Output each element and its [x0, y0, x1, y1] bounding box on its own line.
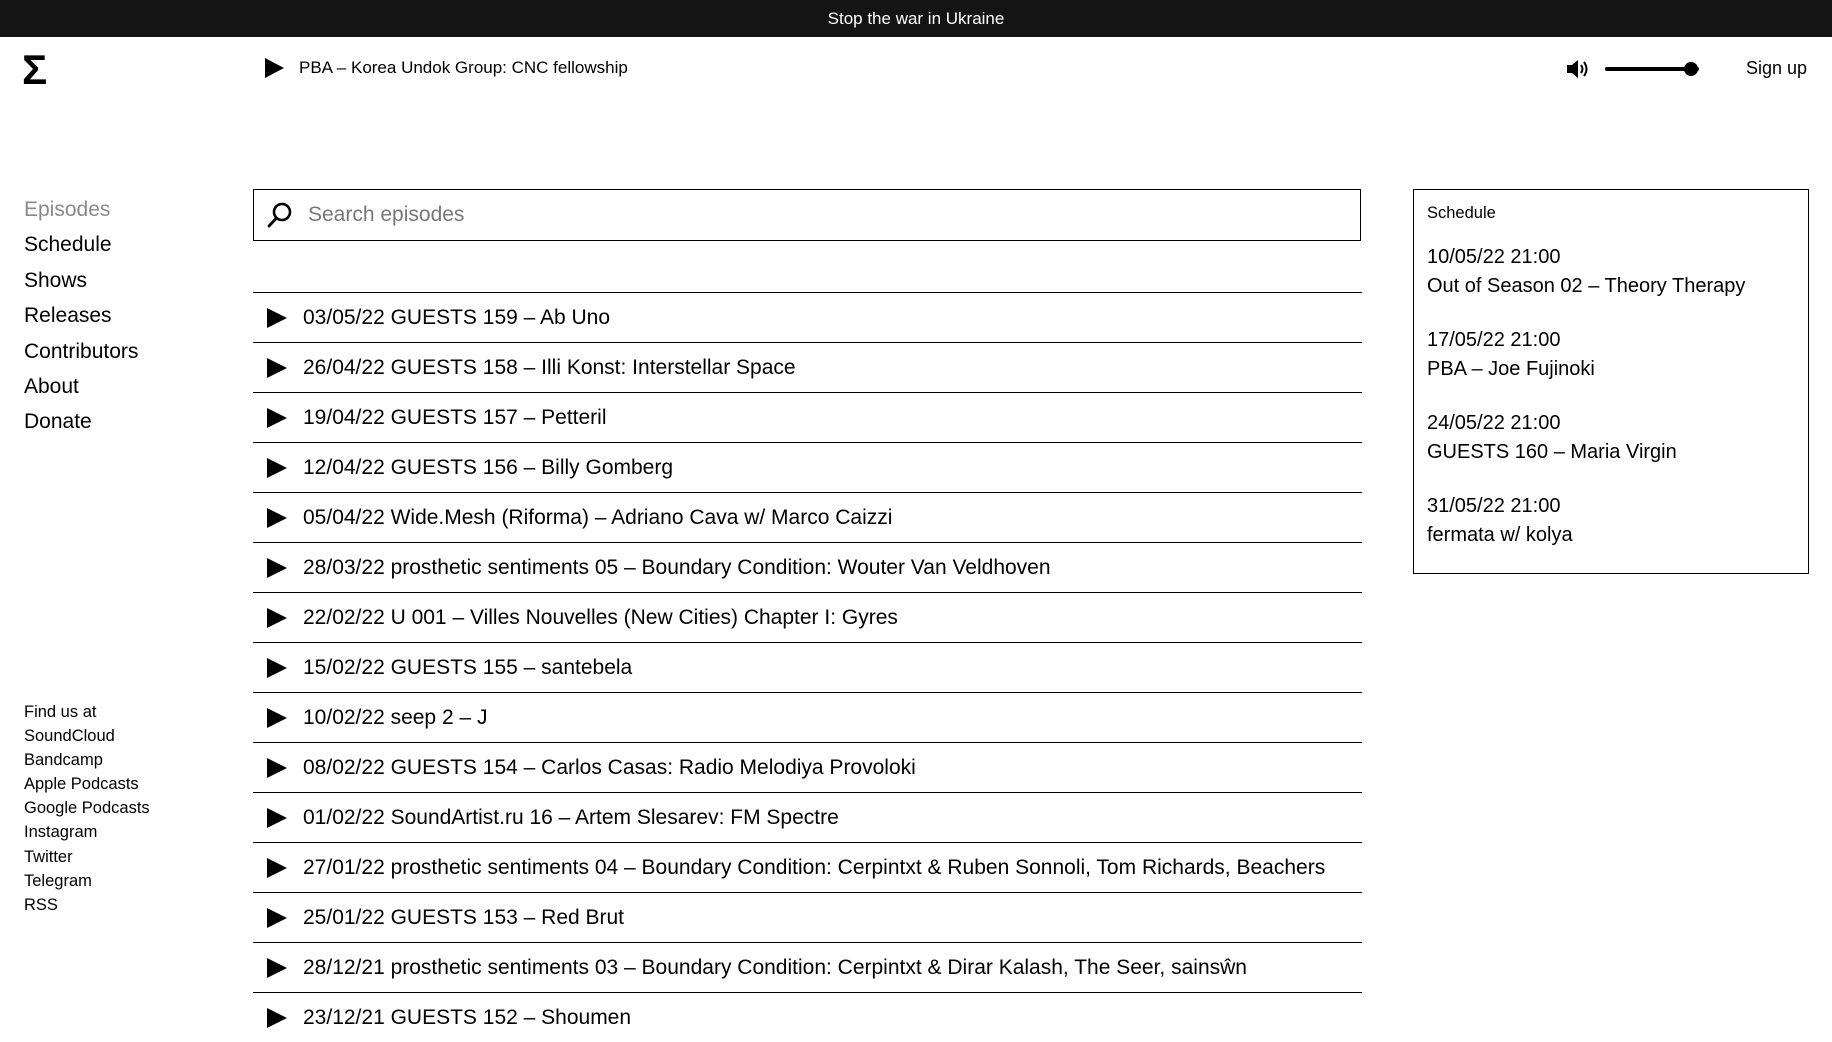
- link-apple-podcasts[interactable]: Apple Podcasts: [24, 772, 150, 796]
- play-icon[interactable]: [266, 607, 288, 629]
- play-icon[interactable]: [266, 857, 288, 879]
- schedule-datetime: 31/05/22 21:00: [1427, 495, 1561, 517]
- link-bandcamp[interactable]: Bandcamp: [24, 748, 150, 772]
- sign-up-link[interactable]: Sign up: [1746, 58, 1807, 79]
- nav-donate[interactable]: Donate: [24, 404, 138, 439]
- play-icon[interactable]: [266, 457, 288, 479]
- play-icon[interactable]: [266, 407, 288, 429]
- find-us-section: Find us at SoundCloud Bandcamp Apple Pod…: [24, 700, 150, 917]
- link-telegram[interactable]: Telegram: [24, 869, 150, 893]
- schedule-item: 31/05/22 21:00 fermata w/ kolya: [1427, 492, 1795, 550]
- episode-row[interactable]: 26/04/22 GUESTS 158 – Illi Konst: Inters…: [253, 342, 1362, 392]
- link-soundcloud[interactable]: SoundCloud: [24, 724, 150, 748]
- episode-row[interactable]: 22/02/22 U 001 – Villes Nouvelles (New C…: [253, 592, 1362, 642]
- schedule-show-title: GUESTS 160 – Maria Virgin: [1427, 441, 1677, 463]
- schedule-show-title: Out of Season 02 – Theory Therapy: [1427, 275, 1746, 297]
- play-icon[interactable]: [266, 707, 288, 729]
- episode-row[interactable]: 12/04/22 GUESTS 156 – Billy Gomberg: [253, 442, 1362, 492]
- schedule-datetime: 17/05/22 21:00: [1427, 329, 1561, 351]
- episode-row[interactable]: 19/04/22 GUESTS 157 – Petteril: [253, 392, 1362, 442]
- nav-about[interactable]: About: [24, 369, 138, 404]
- episode-title[interactable]: 27/01/22 prosthetic sentiments 04 – Boun…: [303, 856, 1325, 880]
- episode-title[interactable]: 12/04/22 GUESTS 156 – Billy Gomberg: [303, 456, 673, 480]
- episode-title[interactable]: 23/12/21 GUESTS 152 – Shoumen: [303, 1006, 631, 1030]
- ukraine-banner[interactable]: Stop the war in Ukraine: [0, 0, 1832, 37]
- episode-title[interactable]: 15/02/22 GUESTS 155 – santebela: [303, 656, 632, 680]
- episode-row[interactable]: 27/01/22 prosthetic sentiments 04 – Boun…: [253, 842, 1362, 892]
- now-playing-title: PBA – Korea Undok Group: CNC fellowship: [299, 58, 628, 77]
- episode-title[interactable]: 05/04/22 Wide.Mesh (Riforma) – Adriano C…: [303, 506, 892, 530]
- play-icon[interactable]: [266, 1007, 288, 1029]
- schedule-title: Schedule: [1427, 204, 1496, 222]
- schedule-item: 10/05/22 21:00 Out of Season 02 – Theory…: [1427, 243, 1795, 301]
- volume-slider-handle[interactable]: [1684, 62, 1699, 76]
- sigma-logo[interactable]: Σ: [22, 48, 47, 92]
- speaker-icon[interactable]: [1565, 57, 1589, 81]
- episode-list: 03/05/22 GUESTS 159 – Ab Uno 26/04/22 GU…: [253, 292, 1362, 1042]
- play-icon[interactable]: [266, 907, 288, 929]
- find-us-title: Find us at: [24, 703, 97, 721]
- schedule-datetime: 24/05/22 21:00: [1427, 412, 1561, 434]
- volume-control[interactable]: [1565, 56, 1703, 82]
- play-icon[interactable]: [266, 957, 288, 979]
- schedule-panel: Schedule 10/05/22 21:00 Out of Season 02…: [1413, 189, 1809, 574]
- episode-row[interactable]: 10/02/22 seep 2 – J: [253, 692, 1362, 742]
- search-input[interactable]: [306, 202, 1360, 228]
- schedule-item: 24/05/22 21:00 GUESTS 160 – Maria Virgin: [1427, 409, 1795, 467]
- episode-row[interactable]: 28/12/21 prosthetic sentiments 03 – Boun…: [253, 942, 1362, 992]
- episode-row[interactable]: 03/05/22 GUESTS 159 – Ab Uno: [253, 292, 1362, 342]
- play-icon[interactable]: [266, 507, 288, 529]
- play-icon[interactable]: [266, 657, 288, 679]
- main-nav: Episodes Schedule Shows Releases Contrib…: [24, 192, 138, 440]
- nav-schedule[interactable]: Schedule: [24, 227, 138, 262]
- schedule-show-title: fermata w/ kolya: [1427, 524, 1573, 546]
- schedule-show-title: PBA – Joe Fujinoki: [1427, 358, 1595, 380]
- episode-title[interactable]: 10/02/22 seep 2 – J: [303, 706, 487, 730]
- search-icon: [267, 202, 292, 228]
- episode-row[interactable]: 28/03/22 prosthetic sentiments 05 – Boun…: [253, 542, 1362, 592]
- episode-title[interactable]: 01/02/22 SoundArtist.ru 16 – Artem Slesa…: [303, 806, 839, 830]
- episode-row[interactable]: 08/02/22 GUESTS 154 – Carlos Casas: Radi…: [253, 742, 1362, 792]
- search-box[interactable]: [253, 189, 1361, 241]
- episode-row[interactable]: 05/04/22 Wide.Mesh (Riforma) – Adriano C…: [253, 492, 1362, 542]
- episode-title[interactable]: 08/02/22 GUESTS 154 – Carlos Casas: Radi…: [303, 756, 916, 780]
- episode-title[interactable]: 26/04/22 GUESTS 158 – Illi Konst: Inters…: [303, 356, 796, 380]
- episode-title[interactable]: 19/04/22 GUESTS 157 – Petteril: [303, 406, 607, 430]
- now-playing[interactable]: PBA – Korea Undok Group: CNC fellowship: [263, 56, 628, 80]
- play-icon[interactable]: [266, 557, 288, 579]
- link-rss[interactable]: RSS: [24, 893, 150, 917]
- episode-title[interactable]: 03/05/22 GUESTS 159 – Ab Uno: [303, 306, 610, 330]
- episode-row[interactable]: 25/01/22 GUESTS 153 – Red Brut: [253, 892, 1362, 942]
- play-icon[interactable]: [263, 57, 285, 79]
- nav-episodes[interactable]: Episodes: [24, 192, 138, 227]
- link-instagram[interactable]: Instagram: [24, 820, 150, 844]
- nav-releases[interactable]: Releases: [24, 298, 138, 333]
- play-icon[interactable]: [266, 357, 288, 379]
- schedule-datetime: 10/05/22 21:00: [1427, 246, 1561, 268]
- play-icon[interactable]: [266, 757, 288, 779]
- schedule-item: 17/05/22 21:00 PBA – Joe Fujinoki: [1427, 326, 1795, 384]
- episode-title[interactable]: 25/01/22 GUESTS 153 – Red Brut: [303, 906, 624, 930]
- nav-shows[interactable]: Shows: [24, 263, 138, 298]
- episode-title[interactable]: 28/03/22 prosthetic sentiments 05 – Boun…: [303, 556, 1051, 580]
- episode-title[interactable]: 22/02/22 U 001 – Villes Nouvelles (New C…: [303, 606, 898, 630]
- play-icon[interactable]: [266, 307, 288, 329]
- link-twitter[interactable]: Twitter: [24, 845, 150, 869]
- episode-row[interactable]: 23/12/21 GUESTS 152 – Shoumen: [253, 992, 1362, 1042]
- episode-title[interactable]: 28/12/21 prosthetic sentiments 03 – Boun…: [303, 956, 1247, 980]
- nav-contributors[interactable]: Contributors: [24, 334, 138, 369]
- episode-row[interactable]: 01/02/22 SoundArtist.ru 16 – Artem Slesa…: [253, 792, 1362, 842]
- play-icon[interactable]: [266, 807, 288, 829]
- episode-row[interactable]: 15/02/22 GUESTS 155 – santebela: [253, 642, 1362, 692]
- banner-text[interactable]: Stop the war in Ukraine: [828, 9, 1005, 29]
- link-google-podcasts[interactable]: Google Podcasts: [24, 796, 150, 820]
